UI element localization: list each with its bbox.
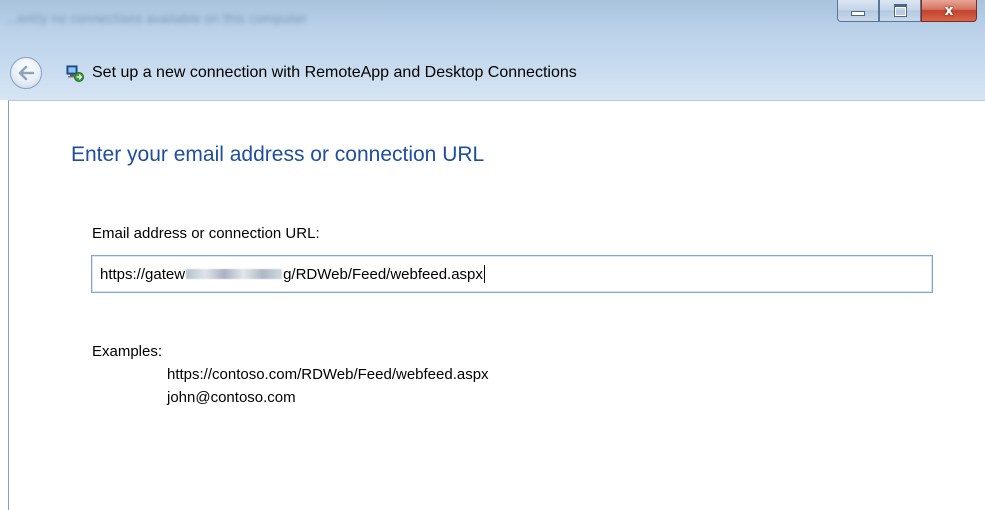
url-value-start: https://gatew bbox=[100, 265, 186, 283]
example-email: john@contoso.com bbox=[167, 389, 296, 406]
connection-url-input[interactable]: https://gatew g/RDWeb/Feed/webfeed.aspx bbox=[91, 255, 933, 293]
remoteapp-setup-window: ...ently no connections available on thi… bbox=[0, 0, 985, 510]
remoteapp-connection-icon bbox=[66, 65, 84, 82]
window-title: Set up a new connection with RemoteApp a… bbox=[92, 64, 577, 81]
caption-buttons: x bbox=[837, 0, 977, 22]
title-bar: ...ently no connections available on thi… bbox=[0, 0, 985, 100]
background-window-title: ...ently no connections available on thi… bbox=[6, 12, 307, 26]
maximize-icon bbox=[893, 4, 907, 17]
redacted-text bbox=[186, 269, 283, 279]
minimize-icon bbox=[851, 11, 865, 16]
close-icon: x bbox=[944, 2, 954, 19]
wizard-content: Enter your email address or connection U… bbox=[8, 100, 985, 510]
example-url: https://contoso.com/RDWeb/Feed/webfeed.a… bbox=[167, 366, 489, 383]
back-arrow-icon bbox=[18, 65, 35, 81]
examples-label: Examples: bbox=[92, 343, 163, 360]
close-button[interactable]: x bbox=[921, 0, 977, 22]
minimize-button[interactable] bbox=[837, 0, 879, 22]
connection-url-label: Email address or connection URL: bbox=[92, 225, 320, 242]
maximize-button[interactable] bbox=[879, 0, 921, 22]
navigation-row: Set up a new connection with RemoteApp a… bbox=[0, 55, 577, 91]
url-value-end: g/RDWeb/Feed/webfeed.aspx bbox=[283, 265, 483, 283]
back-button[interactable] bbox=[10, 57, 42, 89]
text-caret bbox=[483, 265, 485, 283]
page-heading: Enter your email address or connection U… bbox=[71, 143, 485, 166]
